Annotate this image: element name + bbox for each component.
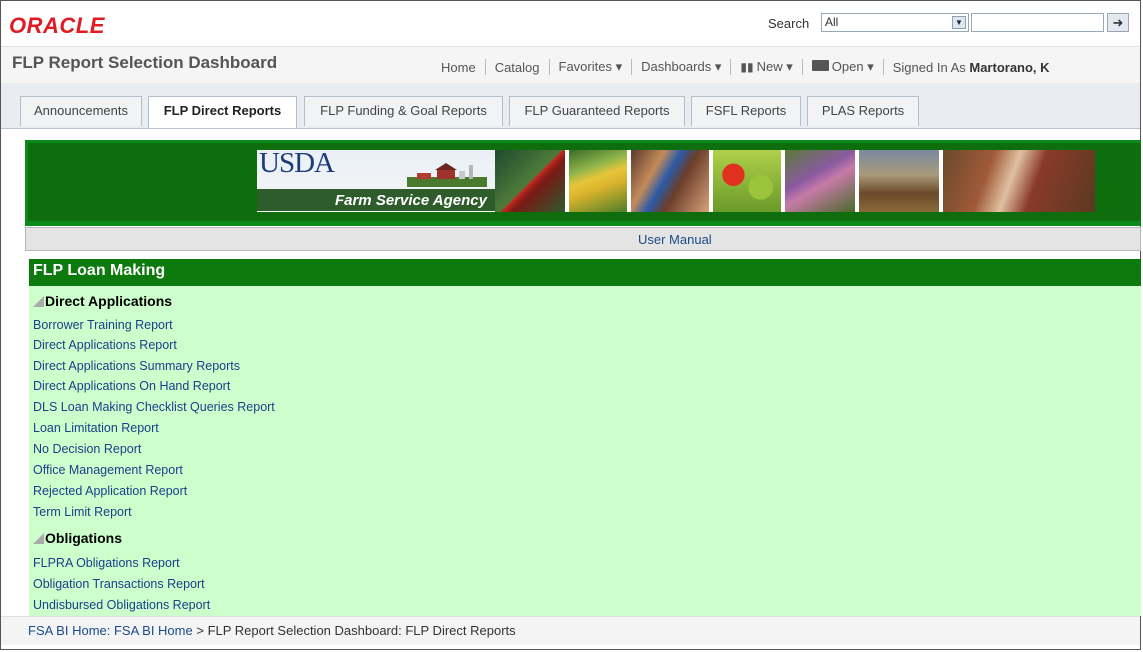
report-link[interactable]: Direct Applications On Hand Report [33,379,230,393]
nav-divider [631,59,633,75]
search-scope-value: All [825,15,839,29]
nav-dashboards-menu[interactable]: Dashboards ▾ [641,59,721,75]
nav-favorites-label: Favorites [558,59,612,74]
new-chart-icon: ▮▮ [740,60,754,74]
farmer-photo [785,150,855,212]
dashboard-tabs: Announcements FLP Direct Reports FLP Fun… [1,83,1140,129]
livestock-photo [943,150,1095,212]
oracle-logo: ORACLE [9,13,105,38]
caret-down-icon: ▾ [867,59,874,74]
group-title: Obligations [45,530,122,546]
signed-in-user[interactable]: Martorano, K [969,60,1049,75]
nav-dashboards-label: Dashboards [641,59,712,74]
signed-in-as: Signed In As Martorano, K [893,60,1050,75]
usda-fsa-banner-image: USDA Farm Service Agency [257,150,1095,212]
breadcrumb-trail: FSA BI Home: FSA BI Home > FLP Report Se… [28,623,516,638]
tab-flp-guaranteed-reports[interactable]: FLP Guaranteed Reports [509,96,685,126]
nav-new-label: New [756,59,783,74]
breadcrumb-separator: > [196,623,204,638]
folder-icon [811,60,829,71]
report-link[interactable]: Rejected Application Report [33,484,187,498]
breadcrumb-home-link[interactable]: FSA BI Home: FSA BI Home [28,623,193,638]
caret-down-icon: ▾ [714,59,722,74]
nav-divider [548,59,550,75]
report-link[interactable]: DLS Loan Making Checklist Queries Report [33,400,275,414]
report-link[interactable]: Loan Limitation Report [33,421,159,435]
agency-name: Farm Service Agency [334,192,487,209]
corn-photo [569,150,627,212]
report-link[interactable]: Direct Applications Report [33,338,177,352]
children-photo [631,150,709,212]
report-link[interactable]: Obligation Transactions Report [33,577,205,591]
breadcrumb-current: FLP Report Selection Dashboard: FLP Dire… [207,623,516,638]
search-scope-select[interactable]: All ▼ [821,13,969,32]
produce-photo [713,150,781,212]
breadcrumb: FSA BI Home: FSA BI Home > FLP Report Se… [1,616,1140,645]
group-header-obligations[interactable]: Obligations [33,530,122,546]
report-link[interactable]: No Decision Report [33,442,141,456]
group-title: Direct Applications [45,293,173,309]
section-title: FLP Loan Making [33,262,166,279]
report-link[interactable]: Term Limit Report [33,505,132,519]
report-link[interactable]: Office Management Report [33,463,183,477]
tab-announcements[interactable]: Announcements [20,96,142,126]
nav-catalog-link[interactable]: Catalog [495,60,540,75]
search-input[interactable] [971,13,1104,32]
report-link[interactable]: Direct Applications Summary Reports [33,359,240,373]
nav-divider [801,59,803,75]
report-link[interactable]: FLPRA Obligations Report [33,556,180,570]
nav-open-label: Open [831,59,864,74]
caret-down-icon: ▾ [615,59,623,74]
signed-in-label: Signed In As [892,59,966,75]
user-manual-bar: User Manual [25,227,1141,251]
nav-favorites-menu[interactable]: Favorites ▾ [559,59,623,75]
cardinal-photo [495,150,565,212]
tab-fsfl-reports[interactable]: FSFL Reports [691,96,801,126]
group-header-direct-applications[interactable]: Direct Applications [33,293,172,309]
section-header: FLP Loan Making [29,259,1141,286]
nav-divider [484,59,486,75]
nav-divider [730,59,732,75]
report-link[interactable]: Undisbursed Obligations Report [33,598,210,612]
tab-flp-direct-reports[interactable]: FLP Direct Reports [148,96,297,128]
search-go-button[interactable]: ➜ [1107,13,1129,32]
user-manual-link[interactable]: User Manual [638,232,712,247]
report-link[interactable]: Borrower Training Report [33,318,173,332]
chevron-down-icon[interactable]: ▼ [952,16,966,29]
usda-logo-panel: USDA Farm Service Agency [257,150,495,212]
dashboard-header: FLP Report Selection Dashboard Home Cata… [1,47,1140,83]
page-title: FLP Report Selection Dashboard [12,53,278,72]
collapse-triangle-icon [33,296,44,307]
harvest-photo [859,150,939,212]
tab-flp-funding-goal-reports[interactable]: FLP Funding & Goal Reports [304,96,503,126]
tab-plas-reports[interactable]: PLAS Reports [807,96,919,126]
nav-new-menu[interactable]: ▮▮ New ▾ [740,59,792,75]
search-label: Search [768,16,810,31]
report-list-panel: Direct Applications Borrower Training Re… [29,286,1141,616]
collapse-triangle-icon [33,533,44,544]
nav-divider [882,59,884,75]
farm-barn-icon [407,163,487,187]
nav-home-link[interactable]: Home [441,60,476,75]
nav-open-menu[interactable]: Open ▾ [811,59,874,75]
fsa-strip: Farm Service Agency [257,189,495,211]
caret-down-icon: ▾ [786,59,793,74]
arrow-right-icon: ➜ [1112,15,1124,30]
usda-logo-text: USDA [259,150,335,179]
top-bar: ORACLE Search All ▼ ➜ [1,1,1140,47]
global-nav: Home Catalog Favorites ▾ Dashboards ▾ ▮▮… [441,57,1050,77]
